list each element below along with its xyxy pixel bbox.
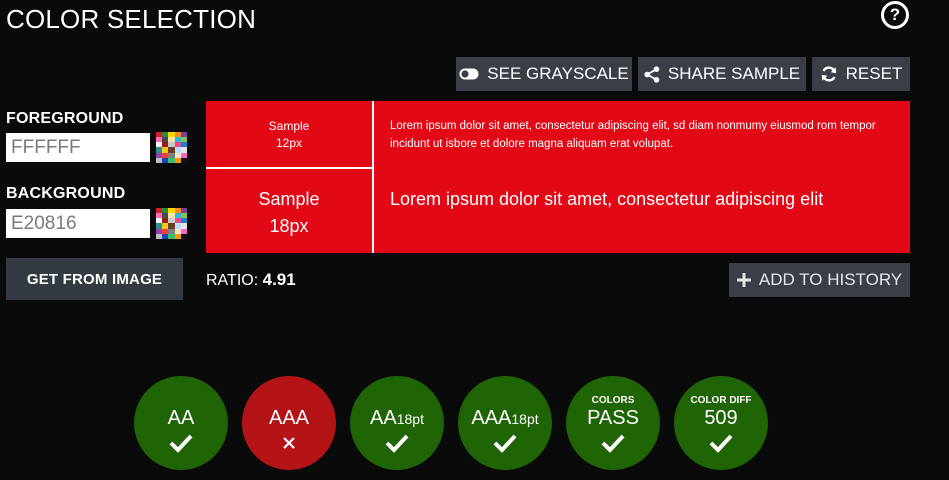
plus-icon	[736, 273, 751, 287]
help-icon[interactable]: ?	[881, 1, 909, 29]
palette-swatch[interactable]	[180, 157, 187, 163]
result-label-text: AAA	[471, 406, 512, 429]
result-badge: COLOR DIFF 509	[674, 376, 768, 470]
ratio-label: RATIO:	[206, 272, 259, 289]
check-icon	[385, 433, 409, 453]
sample-label-18px-line1: Sample	[258, 189, 320, 209]
sample-divider-horizontal	[206, 167, 372, 169]
sample-label-12px-line1: Sample	[268, 119, 310, 133]
page-title: COLOR SELECTION	[6, 4, 257, 34]
sample-divider-vertical	[372, 101, 374, 253]
see-grayscale-button[interactable]: SEE GRAYSCALE	[456, 57, 632, 91]
result-label-text: AAA	[268, 406, 310, 429]
result-badge: AAA	[242, 376, 336, 470]
help-icon-glyph: ?	[889, 5, 901, 24]
reset-label: RESET	[845, 64, 903, 83]
share-sample-button[interactable]: SHARE SAMPLE	[638, 57, 806, 91]
get-from-image-button[interactable]: GET FROM IMAGE	[6, 258, 183, 300]
result-label-text: AA	[167, 406, 195, 429]
sample-label-12px: Sample 12px	[206, 118, 372, 152]
see-grayscale-label: SEE GRAYSCALE	[487, 64, 629, 83]
result-label-suffix: 18pt	[396, 410, 424, 427]
result-label: 509	[704, 407, 737, 430]
result-label: AA18pt	[370, 407, 424, 430]
result-badge: AA18pt	[350, 376, 444, 470]
ratio-value: 4.91	[262, 270, 296, 289]
share-sample-label: SHARE SAMPLE	[667, 64, 801, 83]
result-label: AA	[168, 407, 195, 430]
contrast-sample-panel: Sample 12px Sample 18px Lorem ipsum dolo…	[206, 101, 910, 253]
contrast-ratio: RATIO: 4.91	[206, 270, 296, 290]
result-label: AAA18pt	[471, 407, 538, 430]
result-label-text: PASS	[587, 406, 639, 429]
foreground-label: FOREGROUND	[6, 110, 124, 127]
refresh-icon	[820, 65, 838, 83]
result-caption: COLOR DIFF	[690, 394, 752, 406]
sample-text-18px: Lorem ipsum dolor sit amet, consectetur …	[390, 189, 824, 209]
result-label-text: AA	[370, 406, 397, 429]
share-icon	[644, 65, 660, 83]
result-label: AAA	[269, 407, 309, 430]
background-palette-picker[interactable]	[156, 208, 187, 239]
background-input[interactable]	[6, 209, 150, 238]
check-icon	[709, 433, 733, 453]
add-to-history-button[interactable]: ADD TO HISTORY	[729, 263, 910, 297]
cross-icon	[282, 433, 296, 453]
check-icon	[169, 433, 193, 453]
check-icon	[493, 433, 517, 453]
result-badge: AA	[134, 376, 228, 470]
result-badge: AAA18pt	[458, 376, 552, 470]
result-caption: COLORS	[591, 394, 635, 406]
result-label-text: 509	[704, 406, 738, 429]
sample-label-12px-line2: 12px	[275, 136, 303, 150]
check-icon	[601, 433, 625, 453]
toggle-icon	[459, 68, 479, 80]
sample-label-18px: Sample 18px	[206, 186, 372, 240]
result-label: PASS	[587, 407, 639, 430]
reset-button[interactable]: RESET	[812, 57, 910, 91]
sample-label-18px-line2: 18px	[269, 216, 309, 236]
palette-swatch[interactable]	[180, 233, 187, 239]
background-label: BACKGROUND	[6, 185, 126, 202]
result-label-suffix: 18pt	[511, 410, 539, 427]
add-to-history-label: ADD TO HISTORY	[758, 270, 903, 289]
foreground-palette-picker[interactable]	[156, 132, 187, 163]
sample-text-12px: Lorem ipsum dolor sit amet, consectetur …	[390, 120, 876, 150]
foreground-input[interactable]	[6, 133, 150, 162]
result-badge: COLORS PASS	[566, 376, 660, 470]
